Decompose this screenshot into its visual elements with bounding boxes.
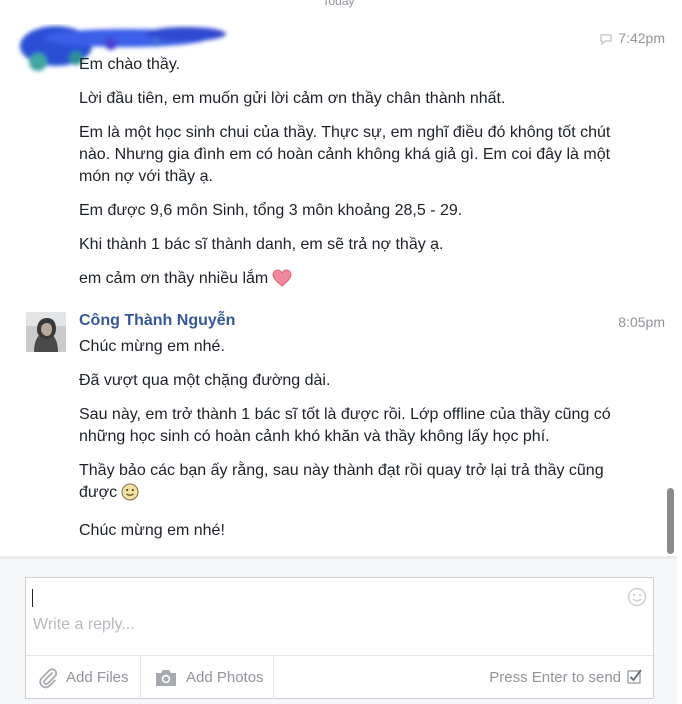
composer-toolbar: Add Files Add Photos Press Enter to send bbox=[26, 655, 653, 699]
message-line: Chúc mừng em nhé. bbox=[79, 338, 225, 355]
message-time-text: 7:42pm bbox=[618, 30, 665, 46]
message-line: Khi thành 1 bác sĩ thành danh, em sẽ trả… bbox=[79, 236, 444, 253]
smiley-icon bbox=[121, 483, 139, 508]
sender-name[interactable]: Công Thành Nguyễn bbox=[79, 312, 235, 330]
paperclip-icon bbox=[39, 667, 58, 688]
message-line: Sau này, em trở thành 1 bác sĩ tốt là đư… bbox=[79, 406, 611, 445]
add-photos-button[interactable]: Add Photos bbox=[142, 656, 274, 699]
message-thread: Today 7:42pm Em chào thầy. Lời đầu tiên,… bbox=[0, 0, 677, 556]
message-line-text: em cảm ơn thầy nhiều lắm bbox=[79, 270, 269, 287]
add-files-label: Add Files bbox=[66, 669, 129, 686]
press-enter-to-send-toggle[interactable]: Press Enter to send bbox=[489, 656, 643, 699]
message-line: Em chào thầy. bbox=[79, 56, 181, 73]
speech-bubble-icon bbox=[600, 32, 612, 48]
reply-composer: Add Files Add Photos Press Enter to send bbox=[25, 577, 654, 699]
message-time: 8:05pm bbox=[618, 314, 665, 330]
press-enter-label: Press Enter to send bbox=[489, 669, 621, 686]
emoji-picker-icon[interactable] bbox=[627, 587, 647, 612]
message-line: Chúc mừng em nhé! bbox=[79, 522, 225, 539]
day-separator: Today bbox=[322, 0, 355, 8]
message-line-with-emoji: Thầy bảo các bạn ấy rằng, sau này thành … bbox=[79, 460, 619, 508]
reply-input[interactable] bbox=[26, 578, 623, 662]
message-line: Đã vượt qua một chặng đường dài. bbox=[79, 372, 331, 389]
message-line-text: Thầy bảo các bạn ấy rằng, sau này thành … bbox=[79, 462, 604, 501]
message-line-with-emoji: em cảm ơn thầy nhiều lắm bbox=[79, 268, 619, 294]
message-time: 7:42pm bbox=[600, 30, 665, 48]
message-body: Em chào thầy. Lời đầu tiên, em muốn gửi … bbox=[79, 54, 619, 306]
message-body: Chúc mừng em nhé. Đã vượt qua một chặng … bbox=[79, 336, 619, 554]
text-caret bbox=[32, 589, 33, 607]
add-photos-label: Add Photos bbox=[186, 669, 264, 686]
heart-icon bbox=[272, 269, 292, 294]
scrollbar-thumb[interactable] bbox=[667, 488, 674, 554]
add-files-button[interactable]: Add Files bbox=[26, 656, 141, 699]
avatar[interactable] bbox=[26, 312, 66, 352]
checkbox-checked-icon[interactable] bbox=[627, 668, 643, 688]
message-line: Lời đầu tiên, em muốn gửi lời cảm ơn thầ… bbox=[79, 90, 506, 107]
message-line: Em được 9,6 môn Sinh, tổng 3 môn khoảng … bbox=[79, 202, 463, 219]
message-line: Em là một học sinh chui của thầy. Thực s… bbox=[79, 124, 611, 185]
camera-icon bbox=[156, 669, 176, 686]
